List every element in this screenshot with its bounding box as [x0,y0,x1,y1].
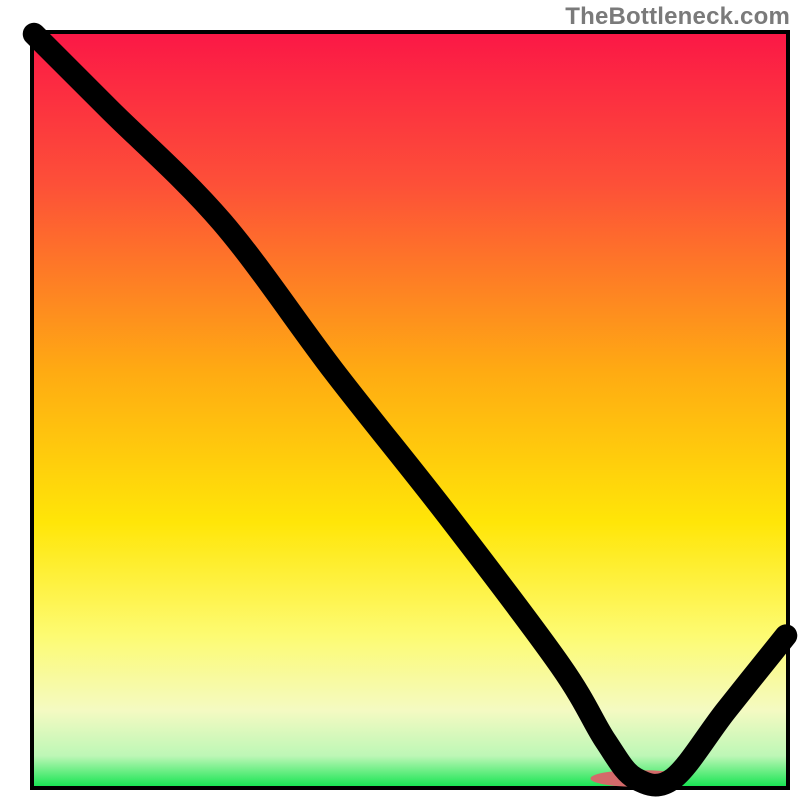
curve-layer [34,34,786,786]
chart-container: TheBottleneck.com [0,0,800,800]
plot-area [30,30,790,790]
bottleneck-curve [34,34,786,785]
watermark-text: TheBottleneck.com [565,3,790,31]
